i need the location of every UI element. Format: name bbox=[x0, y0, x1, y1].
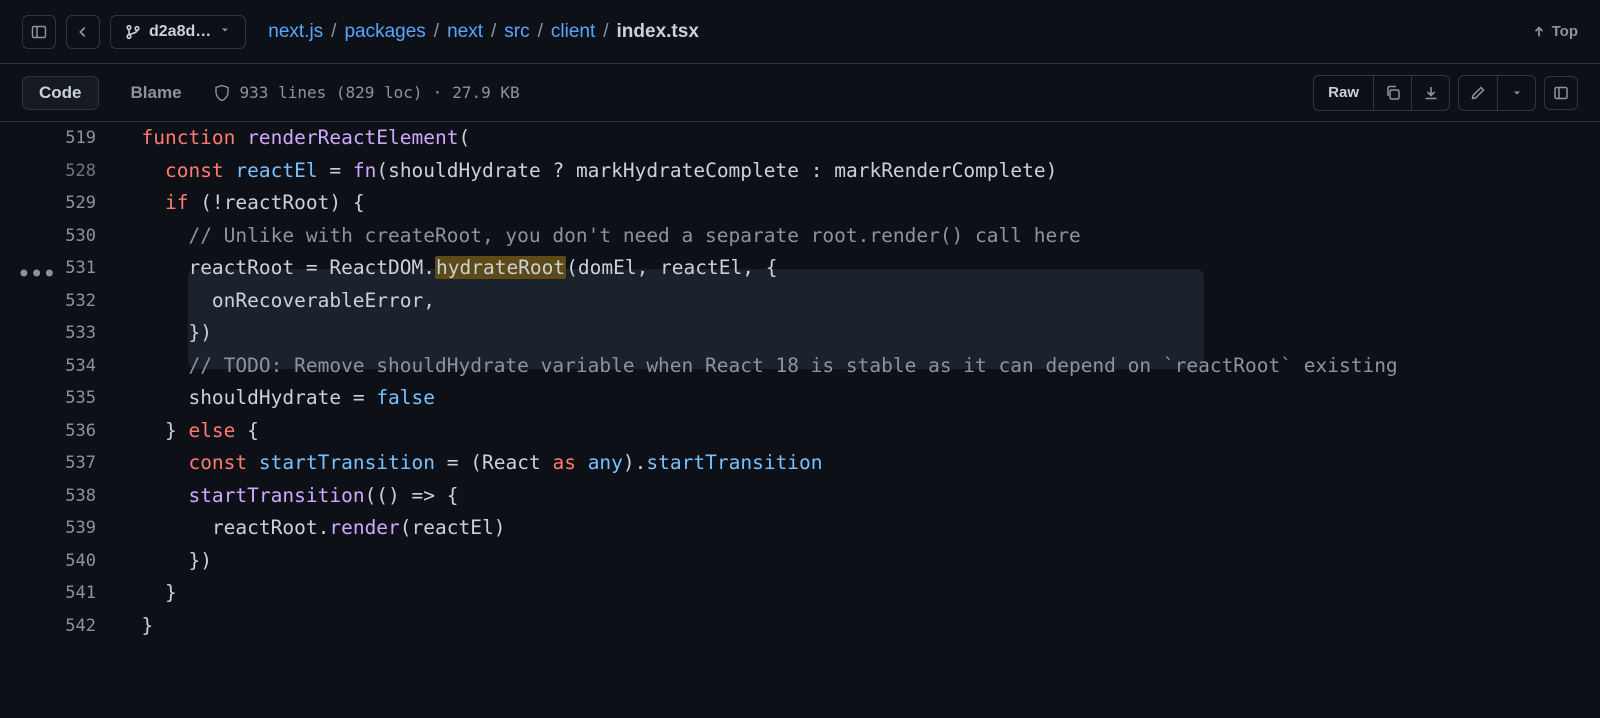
breadcrumb-part[interactable]: client bbox=[551, 21, 595, 43]
chevron-down-icon bbox=[219, 23, 231, 41]
breadcrumb-part[interactable]: src bbox=[504, 21, 529, 43]
raw-button[interactable]: Raw bbox=[1314, 76, 1373, 110]
code-line[interactable]: 530 // Unlike with createRoot, you don't… bbox=[0, 220, 1600, 253]
code-line[interactable]: 535 shouldHydrate = false bbox=[0, 382, 1600, 415]
file-info: 933 lines (829 loc) · 27.9 KB bbox=[214, 83, 520, 102]
code-toolbar: Code Blame 933 lines (829 loc) · 27.9 KB… bbox=[0, 64, 1600, 122]
chevron-down-icon bbox=[1511, 87, 1523, 99]
branch-icon bbox=[125, 24, 141, 40]
branch-picker[interactable]: d2a8d… bbox=[110, 15, 246, 49]
code-area[interactable]: 519 function renderReactElement( 528 con… bbox=[0, 122, 1600, 642]
code-line[interactable]: 533 }) bbox=[0, 317, 1600, 350]
symbols-icon bbox=[1553, 85, 1569, 101]
breadcrumb: next.js/ packages/ next/ src/ client/ in… bbox=[268, 21, 699, 43]
edit-button[interactable] bbox=[1459, 76, 1497, 110]
back-button[interactable] bbox=[66, 15, 100, 49]
copy-button[interactable] bbox=[1373, 76, 1411, 110]
breadcrumb-current: index.tsx bbox=[617, 21, 699, 43]
copy-icon bbox=[1385, 85, 1401, 101]
breadcrumb-part[interactable]: packages bbox=[344, 21, 425, 43]
download-icon bbox=[1423, 85, 1439, 101]
breadcrumb-part[interactable]: next bbox=[447, 21, 483, 43]
branch-name: d2a8d… bbox=[149, 23, 211, 41]
code-line[interactable]: 541 } bbox=[0, 577, 1600, 610]
code-line[interactable]: 538 startTransition(() => { bbox=[0, 480, 1600, 513]
breadcrumb-part[interactable]: next.js bbox=[268, 21, 323, 43]
code-line[interactable]: 532 onRecoverableError, bbox=[0, 285, 1600, 318]
code-line[interactable]: 540 }) bbox=[0, 545, 1600, 578]
code-line[interactable]: 537 const startTransition = (React as an… bbox=[0, 447, 1600, 480]
code-line-highlighted[interactable]: ••• 531 reactRoot = ReactDOM.hydrateRoot… bbox=[0, 252, 1600, 285]
code-line[interactable]: 528 const reactEl = fn(shouldHydrate ? m… bbox=[0, 155, 1600, 188]
arrow-up-icon bbox=[1532, 25, 1546, 39]
download-button[interactable] bbox=[1411, 76, 1449, 110]
symbols-button[interactable] bbox=[1544, 76, 1578, 110]
edit-group bbox=[1458, 75, 1536, 111]
shield-icon bbox=[214, 84, 230, 102]
code-line[interactable]: 529 if (!reactRoot) { bbox=[0, 187, 1600, 220]
side-panel-toggle-icon[interactable] bbox=[22, 15, 56, 49]
code-line[interactable]: 539 reactRoot.render(reactEl) bbox=[0, 512, 1600, 545]
edit-menu-button[interactable] bbox=[1497, 76, 1535, 110]
tab-blame[interactable]: Blame bbox=[115, 77, 198, 109]
file-header: d2a8d… next.js/ packages/ next/ src/ cli… bbox=[0, 0, 1600, 64]
tab-code[interactable]: Code bbox=[22, 76, 99, 110]
search-match: hydrateRoot bbox=[435, 256, 566, 279]
scroll-to-top-button[interactable]: Top bbox=[1532, 23, 1578, 40]
code-line[interactable]: 536 } else { bbox=[0, 415, 1600, 448]
code-line[interactable]: 519 function renderReactElement( bbox=[0, 122, 1600, 155]
file-size: 27.9 KB bbox=[452, 83, 519, 102]
file-lines: 933 lines (829 loc) bbox=[240, 83, 423, 102]
raw-group: Raw bbox=[1313, 75, 1450, 111]
code-line[interactable]: 534 // TODO: Remove shouldHydrate variab… bbox=[0, 350, 1600, 383]
code-line[interactable]: 542 } bbox=[0, 610, 1600, 643]
pencil-icon bbox=[1470, 85, 1486, 101]
